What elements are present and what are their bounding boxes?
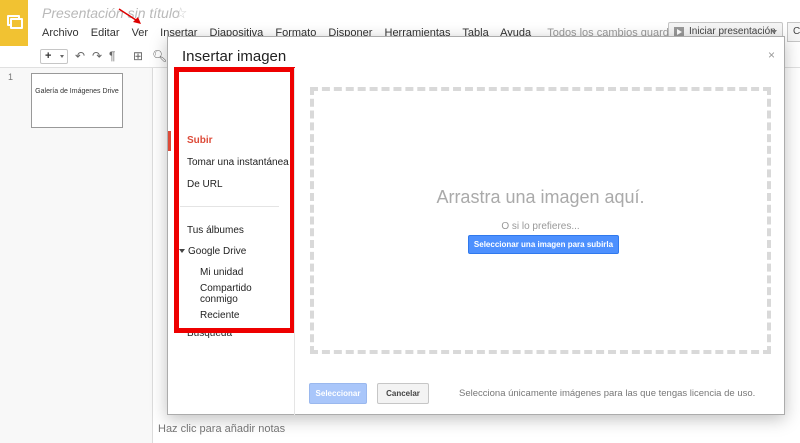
speaker-notes[interactable]: Haz clic para añadir notas bbox=[158, 423, 285, 435]
license-note: Selecciona únicamente imágenes para las … bbox=[459, 388, 756, 399]
drop-zone-alternative: O si lo prefieres... bbox=[501, 221, 580, 232]
drop-zone-title: Arrastra una imagen aquí. bbox=[436, 187, 645, 207]
chevron-down-icon bbox=[60, 55, 64, 58]
slide-thumbnail-text: Galería de Imágenes Drive bbox=[35, 88, 119, 95]
upload-panel: Arrastra una imagen aquí. O si lo prefie… bbox=[294, 68, 785, 375]
active-tab-indicator bbox=[168, 131, 171, 151]
menu-editar[interactable]: Editar bbox=[91, 27, 120, 39]
choose-image-button[interactable]: Seleccionar una imagen para subirla bbox=[468, 235, 619, 254]
dialog-title: Insertar imagen bbox=[182, 48, 287, 65]
tab-shared-with-me[interactable]: Compartido conmigo bbox=[200, 283, 270, 305]
source-sidebar: Subir Tomar una instantánea De URL Tus á… bbox=[168, 82, 293, 415]
paint-format-icon[interactable]: ¶ bbox=[109, 50, 115, 62]
cancel-button[interactable]: Cancelar bbox=[377, 383, 429, 404]
dialog-footer: Seleccionar Cancelar Selecciona únicamen… bbox=[294, 375, 785, 415]
new-slide-button[interactable]: + bbox=[40, 49, 68, 64]
tab-snapshot[interactable]: Tomar una instantánea bbox=[187, 157, 289, 168]
tab-search[interactable]: Búsqueda bbox=[187, 328, 232, 339]
tab-my-drive[interactable]: Mi unidad bbox=[200, 267, 243, 278]
sidebar-divider bbox=[180, 206, 279, 207]
undo-icon[interactable]: ↶ bbox=[75, 50, 85, 62]
tab-upload[interactable]: Subir bbox=[187, 135, 213, 146]
close-icon[interactable]: × bbox=[768, 48, 775, 62]
tab-recent[interactable]: Reciente bbox=[200, 310, 239, 321]
menu-ver[interactable]: Ver bbox=[132, 27, 149, 39]
tab-albums[interactable]: Tus álbumes bbox=[187, 225, 244, 236]
slides-logo-icon-front bbox=[10, 18, 23, 29]
select-button[interactable]: Seleccionar bbox=[309, 383, 367, 404]
zoom-icon[interactable]: 🔍︎ bbox=[152, 50, 167, 62]
slide-thumbnail[interactable]: Galería de Imágenes Drive bbox=[31, 73, 123, 128]
tab-url[interactable]: De URL bbox=[187, 179, 223, 190]
tab-google-drive-label: Google Drive bbox=[188, 246, 247, 257]
chevron-down-icon[interactable] bbox=[179, 249, 185, 254]
menu-archivo[interactable]: Archivo bbox=[42, 27, 79, 39]
share-button[interactable]: C bbox=[787, 22, 800, 42]
tab-google-drive[interactable]: Google Drive bbox=[179, 246, 246, 257]
slides-panel: 1 Galería de Imágenes Drive bbox=[0, 68, 153, 443]
slide-number: 1 bbox=[8, 72, 14, 82]
slides-logo[interactable] bbox=[0, 0, 28, 46]
annotation-arrow-icon bbox=[118, 8, 141, 24]
chevron-down-icon[interactable] bbox=[771, 30, 777, 34]
insert-image-dialog: Insertar imagen × Subir Tomar una instan… bbox=[167, 36, 785, 415]
plus-label: + bbox=[45, 50, 52, 62]
select-icon[interactable]: ⊞ bbox=[133, 50, 143, 62]
redo-icon[interactable]: ↷ bbox=[92, 50, 102, 62]
document-title[interactable]: Presentación sin título bbox=[42, 5, 180, 21]
drop-zone[interactable]: Arrastra una imagen aquí. O si lo prefie… bbox=[310, 87, 771, 354]
star-icon[interactable]: ☆ bbox=[174, 4, 187, 22]
